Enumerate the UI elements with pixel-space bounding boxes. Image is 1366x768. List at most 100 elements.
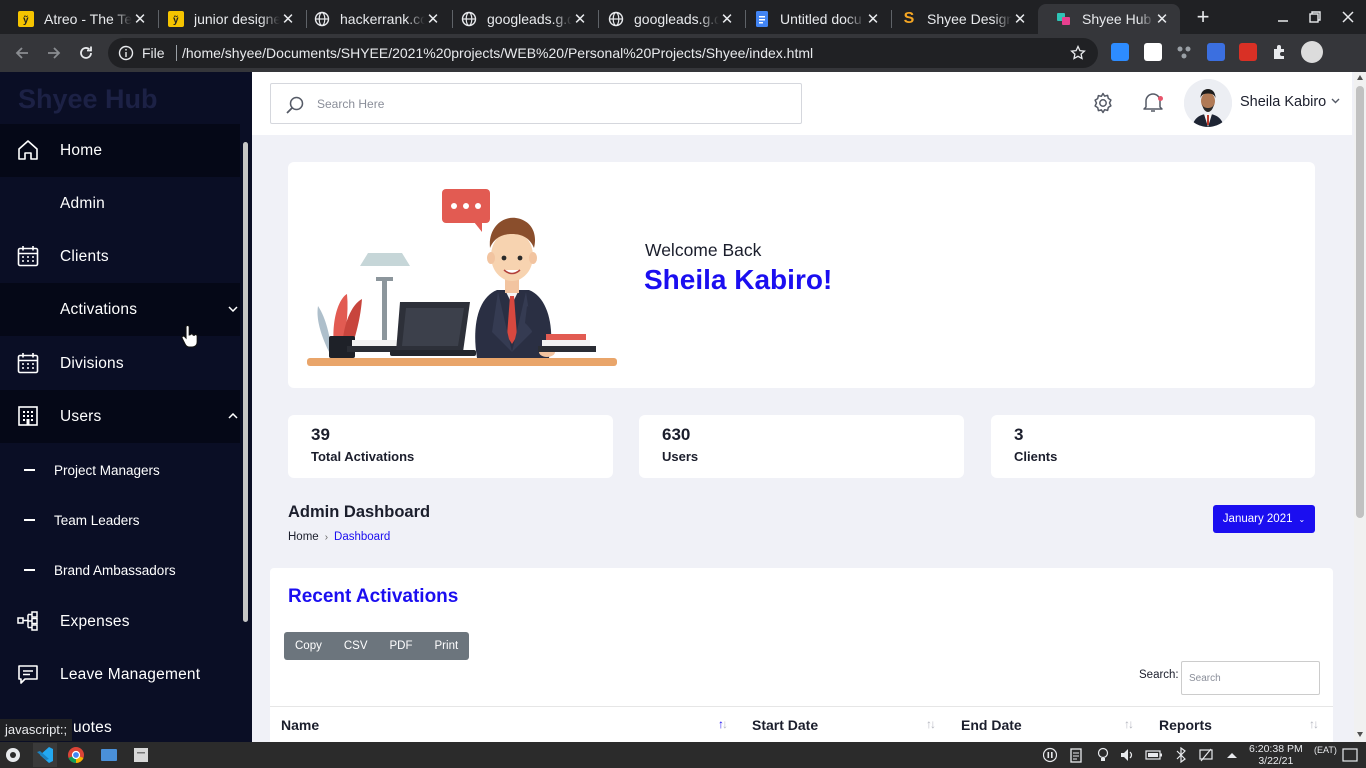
tab-title: Shyee Hub [1082,11,1152,27]
browser-tab[interactable]: googleads.g.d ✕ [590,4,745,34]
sidebar-item-divisions[interactable]: Divisions [0,337,240,390]
search-icon [285,95,305,115]
svg-text:ỹ: ỹ [173,15,179,26]
browser-tab-active[interactable]: Shyee Hub ✕ [1038,4,1180,34]
clock[interactable]: 6:20:38 PM 3/22/21 [1249,743,1303,767]
sidebar-item-leave-management[interactable]: Leave Management [0,648,240,701]
sidebar-subitem-team-leaders[interactable]: Team Leaders [0,495,240,545]
puzzle-extensions-icon[interactable] [1271,43,1289,61]
chevron-down-icon[interactable] [1331,98,1340,104]
files-icon[interactable] [132,746,150,764]
tray-expand-icon[interactable] [1225,747,1239,763]
forward-arrow-icon[interactable] [42,41,66,65]
settings-gear-icon[interactable] [4,746,22,764]
dash-icon [24,569,35,571]
print-button[interactable]: Print [424,632,470,660]
dots-extension-icon[interactable] [1175,43,1193,61]
tab-title: googleads.g.d [634,11,719,27]
table-search-label: Search: [1139,669,1179,681]
bluetooth-icon[interactable] [1174,747,1188,763]
browser-toolbar: File /home/shyee/Documents/SHYEE/2021%20… [0,34,1366,72]
back-arrow-icon[interactable] [10,41,34,65]
stat-value: 39 [311,425,330,444]
close-icon[interactable]: ✕ [1012,11,1028,28]
star-bookmark-icon[interactable] [1070,45,1086,61]
close-icon[interactable]: ✕ [280,11,296,28]
sort-icon[interactable]: ↑↓ [1309,717,1319,731]
folder-icon[interactable] [100,746,118,764]
clock-time: 6:20:38 PM [1249,743,1303,755]
address-bar[interactable]: File /home/shyee/Documents/SHYEE/2021%20… [108,38,1098,68]
close-icon[interactable]: ✕ [572,11,588,28]
bell-icon[interactable] [1142,90,1164,114]
chevron-right-icon: › [324,531,329,543]
sidebar-item-home[interactable]: Home [0,124,240,177]
url-text[interactable]: /home/shyee/Documents/SHYEE/2021%20proje… [182,45,813,61]
restore-icon[interactable] [1305,7,1325,27]
white-extension-icon[interactable] [1144,43,1162,61]
sort-icon[interactable]: ↑↓ [718,717,728,731]
sidebar-subitem-project-managers[interactable]: Project Managers [0,445,240,495]
chrome-icon[interactable] [67,746,85,764]
sidebar-item-admin[interactable]: Admin [0,177,240,230]
vscode-icon[interactable] [33,743,57,767]
sidebar-scrollbar[interactable] [243,142,248,622]
bulb-icon[interactable] [1096,747,1110,763]
zoom-extension-icon[interactable] [1111,43,1129,61]
reload-icon[interactable] [74,41,98,65]
welcome-greeting: Welcome Back [645,240,762,260]
column-header-end-date[interactable]: End Date [961,717,1022,733]
gear-icon[interactable] [1091,91,1115,115]
close-icon[interactable]: ✕ [865,11,881,28]
sidebar-item-expenses[interactable]: Expenses [0,595,240,648]
browser-tab[interactable]: ỹ junior designe ✕ [150,4,306,34]
browser-tab[interactable]: Untitled docu ✕ [736,4,891,34]
info-icon[interactable] [118,45,134,61]
shyee-hub-icon [1056,11,1072,27]
clipboard-icon[interactable] [1069,747,1083,763]
window-close-icon[interactable] [1338,7,1358,27]
close-icon[interactable]: ✕ [1154,11,1170,28]
csv-button[interactable]: CSV [333,632,379,660]
column-header-reports[interactable]: Reports [1159,717,1212,733]
sort-icon[interactable]: ↑↓ [926,717,936,731]
volume-icon[interactable] [1120,747,1134,763]
sidebar-subitem-brand-ambassadors[interactable]: Brand Ambassadors [0,545,240,595]
minimize-icon[interactable] [1273,7,1293,27]
app-viewport: Shyee Hub Home Admin Clients Activations… [0,72,1366,742]
close-icon[interactable]: ✕ [132,11,148,28]
user-name[interactable]: Sheila Kabiro [1240,94,1326,110]
copy-button[interactable]: Copy [284,632,333,660]
breadcrumb-home-link[interactable]: Home [288,531,319,543]
sidebar-item-activations[interactable]: Activations [0,283,240,336]
battery-icon[interactable] [1145,747,1163,763]
browser-tab[interactable]: hackerrank.co ✕ [296,4,451,34]
network-off-icon[interactable] [1199,747,1213,763]
table-search-input[interactable]: Search [1181,661,1320,695]
column-header-name[interactable]: Name [281,717,319,733]
screen-extension-icon[interactable] [1207,43,1225,61]
brand-logo[interactable]: Shyee Hub [18,84,158,115]
sidebar-item-users[interactable]: Users [0,390,240,443]
stat-value: 630 [662,425,691,444]
pause-icon[interactable] [1043,747,1057,763]
close-icon[interactable]: ✕ [719,11,735,28]
pdf-extension-icon[interactable] [1239,43,1257,61]
browser-tab[interactable]: ỹ Atreo - The Te ✕ [0,4,158,34]
search-input[interactable]: Search Here [270,83,802,124]
show-desktop-icon[interactable] [1342,747,1358,763]
month-selector-button[interactable]: January 2021 ⌄ [1213,505,1315,533]
notification-dot [1158,96,1163,101]
browser-tab[interactable]: S Shyee Design ✕ [883,4,1038,34]
column-header-start-date[interactable]: Start Date [752,717,818,733]
s-logo-icon: S [903,10,915,27]
pdf-button[interactable]: PDF [379,632,424,660]
profile-avatar-icon[interactable] [1301,41,1323,63]
avatar[interactable] [1184,79,1232,127]
browser-tab[interactable]: googleads.g.d ✕ [443,4,598,34]
close-icon[interactable]: ✕ [425,11,441,28]
page-scrollbar[interactable] [1354,72,1366,742]
sidebar-item-clients[interactable]: Clients [0,230,240,283]
new-tab-button[interactable]: + [1192,5,1214,29]
sort-icon[interactable]: ↑↓ [1124,717,1134,731]
